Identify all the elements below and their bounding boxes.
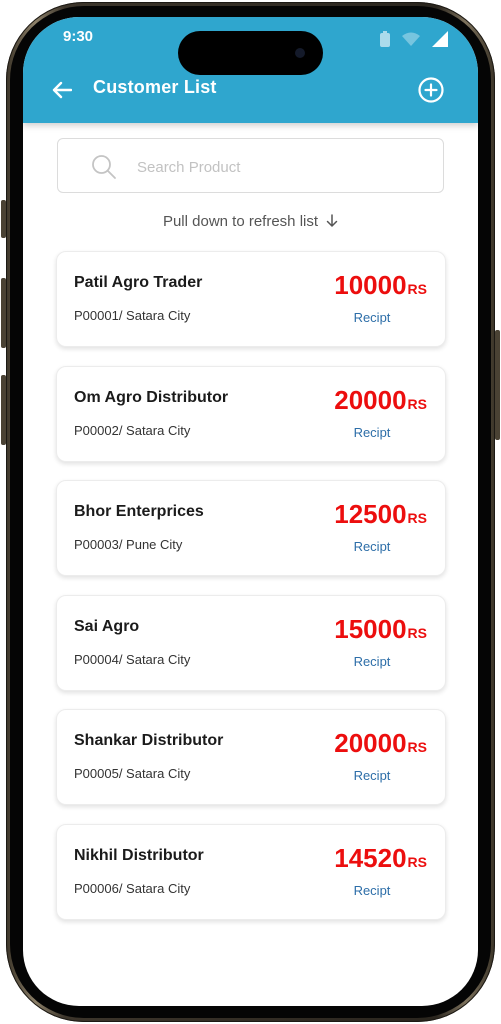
signal-icon: [432, 31, 448, 47]
recipt-link[interactable]: Recipt: [317, 654, 427, 669]
search-input[interactable]: [135, 153, 419, 181]
amount-currency: RS: [407, 510, 427, 526]
customer-list: Patil Agro Trader P00001/ Satara City 10…: [56, 251, 446, 938]
camera-icon: [295, 48, 305, 58]
refresh-hint-text: Pull down to refresh list: [162, 213, 319, 230]
customer-card[interactable]: Bhor Enterprices P00003/ Pune City 12500…: [56, 480, 446, 576]
customer-name: Sai Agro: [74, 617, 140, 635]
dynamic-island: [178, 31, 323, 75]
recipt-link[interactable]: Recipt: [317, 425, 427, 440]
amount-value: 20000: [334, 728, 407, 758]
amount-currency: RS: [407, 624, 427, 641]
customer-amount: 20000RS: [334, 728, 427, 759]
customer-card[interactable]: Shankar Distributor P00005/ Satara City …: [56, 709, 446, 805]
customer-amount: 12500RS: [334, 499, 427, 530]
battery-icon: [380, 31, 390, 47]
customer-code-city: P00004/ Satara City: [74, 651, 191, 667]
customer-card[interactable]: Om Agro Distributor P00002/ Satara City …: [56, 365, 446, 462]
search-icon: [92, 155, 116, 179]
arrow-down-icon: [326, 214, 338, 232]
app-screen: 9:30 Customer List Search Product Pull d…: [23, 17, 478, 1006]
status-icons: [380, 31, 448, 47]
customer-name: Patil Agro Trader: [74, 274, 203, 291]
back-button[interactable]: [47, 75, 77, 105]
customer-code-city: P00006/ Satara City: [74, 880, 191, 896]
customer-amount: 15000RS: [334, 614, 427, 645]
customer-amount: 20000RS: [334, 385, 427, 416]
volume-down-button: [1, 375, 6, 445]
wifi-icon: [402, 32, 420, 46]
amount-value: 10000: [334, 270, 407, 300]
recipt-link[interactable]: Recipt: [317, 310, 427, 325]
amount-currency: RS: [407, 395, 427, 412]
customer-amount: 14520RS: [334, 843, 427, 874]
amount-value: 12500: [334, 499, 407, 529]
customer-code-city: P00005/ Satara City: [74, 766, 191, 781]
amount-value: 15000: [334, 613, 407, 644]
customer-code-city: P00002/ Satara City: [74, 422, 191, 438]
customer-name: Om Agro Distributor: [74, 388, 229, 406]
amount-currency: RS: [407, 281, 427, 297]
amount-currency: RS: [407, 853, 427, 870]
customer-card[interactable]: Sai Agro P00004/ Satara City 15000RS Rec…: [56, 594, 446, 691]
power-button: [495, 330, 500, 440]
customer-card[interactable]: Nikhil Distributor P00006/ Satara City 1…: [56, 823, 446, 920]
search-box[interactable]: [57, 138, 444, 193]
arrow-left-icon: [52, 81, 72, 99]
customer-code-city: P00001/ Satara City: [74, 308, 191, 323]
amount-value: 20000: [334, 384, 407, 415]
action-button: [1, 200, 6, 238]
customer-name: Shankar Distributor: [74, 732, 224, 749]
volume-up-button: [1, 278, 6, 348]
recipt-link[interactable]: Recipt: [317, 883, 427, 898]
plus-circle-icon: [418, 77, 444, 103]
amount-value: 14520: [334, 842, 407, 873]
recipt-link[interactable]: Recipt: [317, 768, 427, 783]
customer-amount: 10000RS: [334, 270, 427, 301]
add-customer-button[interactable]: [416, 75, 446, 105]
status-time: 9:30: [63, 28, 94, 45]
customer-name: Nikhil Distributor: [74, 846, 204, 864]
refresh-hint: Pull down to refresh list: [23, 213, 478, 232]
customer-card[interactable]: Patil Agro Trader P00001/ Satara City 10…: [56, 251, 446, 347]
customer-code-city: P00003/ Pune City: [74, 537, 183, 552]
app-header: 9:30 Customer List: [23, 17, 478, 123]
page-title: Customer List: [93, 77, 217, 97]
customer-name: Bhor Enterprices: [74, 503, 204, 520]
recipt-link[interactable]: Recipt: [317, 539, 427, 554]
amount-currency: RS: [407, 739, 427, 755]
